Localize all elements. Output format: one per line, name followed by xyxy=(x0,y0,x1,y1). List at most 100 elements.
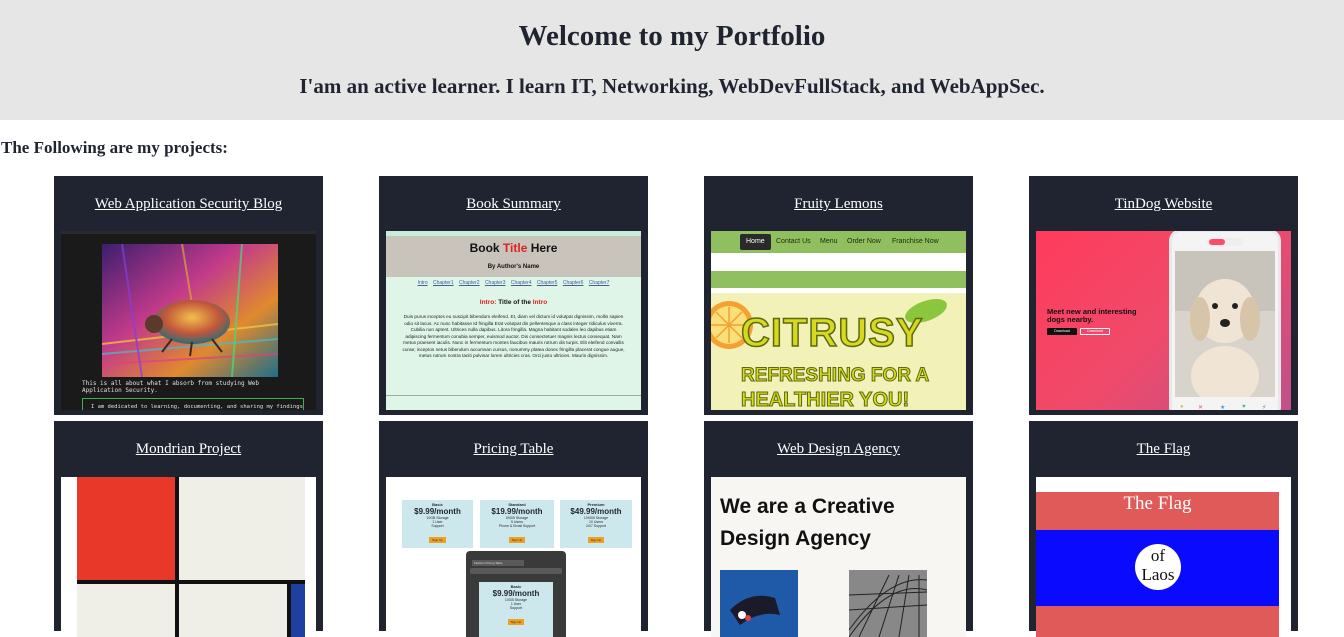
project-thumbnail[interactable]: Book Title Here By Author's Name Intro C… xyxy=(386,231,641,410)
project-link-the-flag[interactable]: The Flag xyxy=(1029,441,1298,458)
browser-address-bar xyxy=(470,568,562,574)
project-thumbnail[interactable]: This is all about what I absorb from stu… xyxy=(61,231,316,410)
lemons-hero-title: CITRUSY xyxy=(740,310,924,356)
book-section-text: Title of the xyxy=(496,299,533,306)
page-header: Welcome to my Portfolio I'am an active l… xyxy=(0,0,1344,120)
book-nav-item[interactable]: Chapter6 xyxy=(563,280,584,286)
mondrian-artwork-image xyxy=(61,477,316,637)
star-icon[interactable]: ★ xyxy=(1220,404,1225,410)
flag-circle-laos: Laos xyxy=(1141,565,1175,584)
flag-bottom-band xyxy=(1036,606,1279,637)
flag-top-band: The Flag xyxy=(1036,492,1279,530)
book-nav-item[interactable]: Chapter4 xyxy=(511,280,532,286)
boost-icon[interactable]: ⚡ xyxy=(1262,404,1266,410)
blog-callout-text: I am dedicated to learning, documenting,… xyxy=(91,404,303,410)
mobile-plan-card: Basic $9.99/month 10GB Storage 1 User Su… xyxy=(479,582,553,637)
projects-intro: The Following are my projects: xyxy=(1,138,228,157)
lemons-nav-home[interactable]: Home xyxy=(740,234,771,250)
lemons-hero-line3: HEALTHIER YOU! xyxy=(740,389,910,411)
plan-price: $9.99/month xyxy=(492,589,540,598)
flag-blue-band: of Laos xyxy=(1036,530,1279,606)
project-link-mondrian-project[interactable]: Mondrian Project xyxy=(54,441,323,458)
pricing-mobile-browser: Flexbox Pricing Table Basic $9.99/month … xyxy=(466,551,566,637)
dog-photo-image xyxy=(1175,251,1275,397)
project-link-tindog-website[interactable]: TinDog Website xyxy=(1029,196,1298,213)
plan-price: $49.99/month xyxy=(570,507,622,516)
project-link-fruity-lemons[interactable]: Fruity Lemons xyxy=(704,196,973,213)
heart-icon[interactable]: ● xyxy=(1180,404,1184,410)
page-subtitle: I'am an active learner. I learn IT, Netw… xyxy=(299,74,1045,98)
agency-photo-hand-image xyxy=(720,570,798,637)
book-author: By Author's Name xyxy=(487,264,540,270)
agency-headline-2: Design Agency xyxy=(720,527,871,550)
book-section-title: Intro: Title of the Intro xyxy=(386,299,641,306)
plan-signup-button[interactable]: Sign Up xyxy=(508,537,526,543)
book-body-text: Duis purus inceptos eu suscipit bibendum… xyxy=(402,314,625,358)
agency-headline-1: We are a Creative xyxy=(720,495,895,518)
lemons-hero-line2: REFRESHING FOR A xyxy=(740,365,930,387)
book-nav-item[interactable]: Chapter7 xyxy=(589,280,610,286)
book-title-highlight: Title xyxy=(502,241,528,255)
book-section-label: Intro xyxy=(532,299,548,306)
project-link-pricing-table[interactable]: Pricing Table xyxy=(379,441,648,458)
blog-callout: I am dedicated to learning, documenting,… xyxy=(82,398,304,410)
project-thumbnail[interactable]: Home Contact Us Menu Order Now Franchise… xyxy=(711,231,966,410)
page-title: Welcome to my Portfolio xyxy=(518,20,826,52)
project-thumbnail[interactable]: We are a Creative Design Agency xyxy=(711,477,966,637)
plan-signup-button[interactable]: Sign Up xyxy=(429,537,446,543)
plan-feature: 24/7 Support xyxy=(585,524,607,528)
bug-artwork-image xyxy=(102,244,278,377)
lemons-nav-item[interactable]: Franchise Now xyxy=(892,238,939,245)
plan-price: $9.99/month xyxy=(414,507,461,516)
project-card-mondrian-project: Mondrian Project xyxy=(54,421,323,637)
lemons-navbar: Home Contact Us Menu Order Now Franchise… xyxy=(711,231,966,253)
project-card-book-summary: Book Summary Book Title Here By Author's… xyxy=(379,176,648,415)
project-link-book-summary[interactable]: Book Summary xyxy=(379,196,648,213)
phone-mockup: ● ✕ ★ ♥ ⚡ xyxy=(1169,231,1281,410)
project-link-web-app-security-blog[interactable]: Web Application Security Blog xyxy=(54,196,323,213)
project-card-the-flag: The Flag The Flag of Laos xyxy=(1029,421,1298,637)
tindog-download-button-outline[interactable]: Download xyxy=(1080,328,1110,335)
book-nav-item[interactable]: Intro xyxy=(418,280,428,286)
project-thumbnail[interactable]: The Flag of Laos xyxy=(1036,477,1291,637)
book-nav-item[interactable]: Chapter2 xyxy=(459,280,480,286)
project-thumbnail[interactable] xyxy=(61,477,316,637)
lemons-nav-item[interactable]: Menu xyxy=(820,238,838,245)
book-nav-item[interactable]: Chapter3 xyxy=(485,280,506,286)
blog-intro-text: This is all about what I absorb from stu… xyxy=(82,380,260,394)
book-divider xyxy=(386,395,641,396)
lemons-hero: CITRUSY REFRESHING FOR A HEALTHIER YOU! xyxy=(711,293,966,410)
flag-title: The Flag xyxy=(1123,493,1192,514)
pricing-plan-premium: Premium $49.99/month 100GB Storage 10 Us… xyxy=(560,500,632,548)
project-thumbnail[interactable]: Meet new and interesting dogs nearby. Do… xyxy=(1036,231,1291,410)
phone-action-bar: ● ✕ ★ ♥ ⚡ xyxy=(1172,404,1278,410)
browser-tab: Flexbox Pricing Table xyxy=(472,560,524,566)
project-thumbnail[interactable]: Basic $9.99/month 10GB Storage 1 User Su… xyxy=(386,477,641,637)
pricing-plan-basic: Basic $9.99/month 10GB Storage 1 User Su… xyxy=(402,500,473,548)
lemons-nav-item[interactable]: Order Now xyxy=(847,238,881,245)
plan-signup-button[interactable]: Sign Up xyxy=(507,619,525,625)
book-nav-item[interactable]: Chapter1 xyxy=(433,280,454,286)
plan-price: $19.99/month xyxy=(491,507,543,516)
like-icon[interactable]: ♥ xyxy=(1242,404,1246,410)
project-card-web-app-security-blog: Web Application Security Blog This is al… xyxy=(54,176,323,415)
lemons-green-band xyxy=(711,271,966,288)
project-link-web-design-agency[interactable]: Web Design Agency xyxy=(704,441,973,458)
project-card-pricing-table: Pricing Table Basic $9.99/month 10GB Sto… xyxy=(379,421,648,637)
plan-feature: Support xyxy=(509,606,523,610)
agency-photo-architecture-image xyxy=(849,570,927,637)
tindog-headline: Meet new and interesting dogs nearby. xyxy=(1047,307,1137,324)
blog-top-bar xyxy=(61,231,316,234)
plan-feature: Support xyxy=(431,524,444,528)
book-nav-item[interactable]: Chapter5 xyxy=(537,280,558,286)
project-card-web-design-agency: Web Design Agency We are a Creative Desi… xyxy=(704,421,973,637)
book-title: Book Title Here xyxy=(386,241,641,255)
plan-signup-button[interactable]: Sign Up xyxy=(587,537,605,543)
tindog-download-button[interactable]: Download xyxy=(1047,328,1077,335)
flag-white-circle: of Laos xyxy=(1135,544,1181,590)
project-card-fruity-lemons: Fruity Lemons Home Contact Us Menu Order… xyxy=(704,176,973,415)
lemons-nav-item[interactable]: Contact Us xyxy=(776,238,811,245)
close-icon[interactable]: ✕ xyxy=(1198,404,1203,410)
book-title-part: Here xyxy=(527,241,558,255)
book-section-label: Intro: xyxy=(479,299,497,306)
